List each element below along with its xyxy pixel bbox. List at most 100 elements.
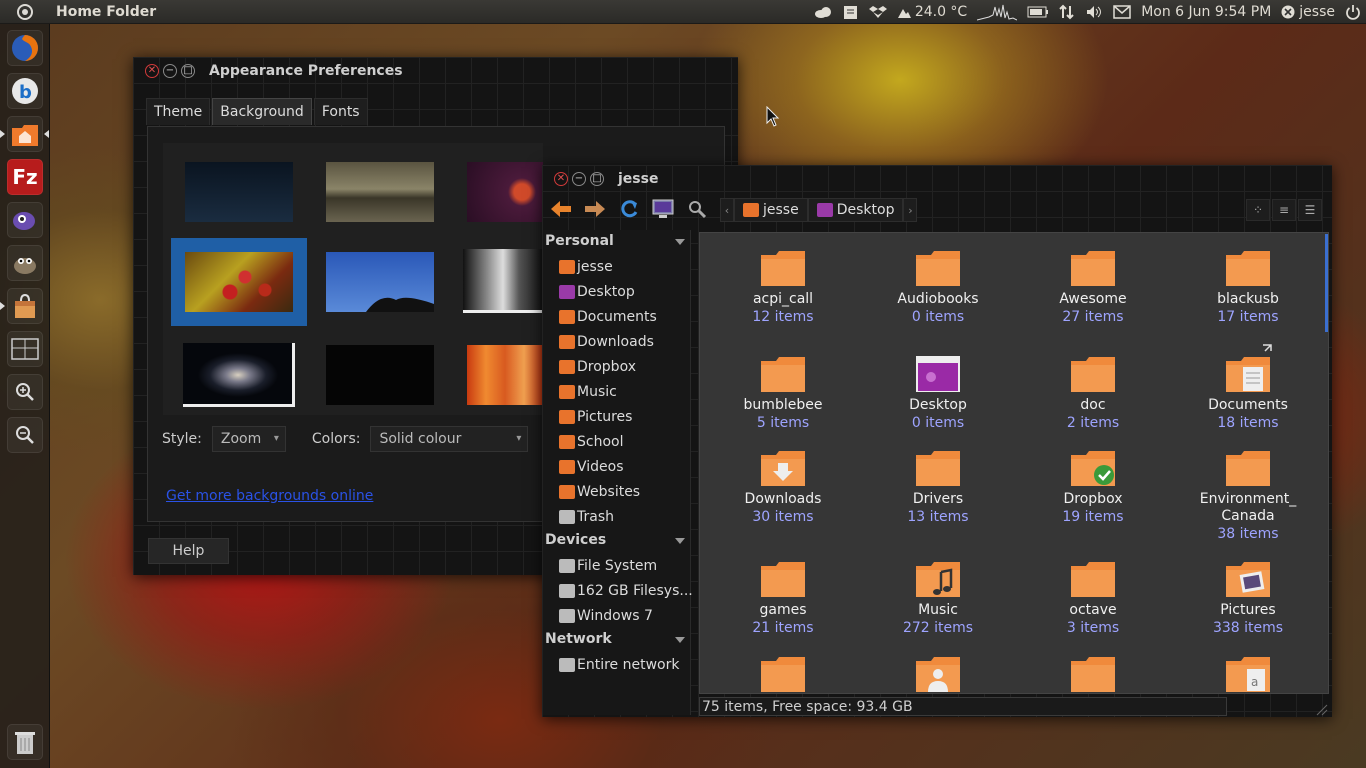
folder-item-partial[interactable] (863, 655, 1013, 693)
folder-item-partial[interactable] (1018, 655, 1168, 693)
zoom-in-icon[interactable] (7, 374, 43, 410)
clock[interactable]: Mon 6 Jun 9:54 PM (1136, 0, 1276, 24)
folder-item[interactable]: bumblebee 5 items (708, 355, 858, 432)
folder-item[interactable]: Desktop 0 items (863, 355, 1013, 432)
wallpaper-thumb[interactable] (326, 252, 434, 312)
sidebar-item-websites[interactable]: Websites (559, 482, 640, 502)
user-menu[interactable]: jesse (1276, 0, 1340, 24)
folder-item[interactable]: Documents 18 items (1173, 343, 1323, 432)
sidebar-item-downloads[interactable]: Downloads (559, 332, 654, 352)
style-dropdown[interactable]: Zoom ▾ (211, 426, 286, 452)
tab-background[interactable]: Background (212, 98, 312, 125)
colors-dropdown[interactable]: Solid colour ▾ (370, 426, 529, 452)
tab-fonts[interactable]: Fonts (313, 98, 368, 125)
file-manager-titlebar[interactable]: ✕ − □ jesse (542, 165, 1332, 193)
gimp-icon[interactable] (7, 245, 43, 281)
appearance-titlebar[interactable]: ✕ − □ Appearance Preferences (133, 57, 738, 85)
wallpaper-thumb[interactable] (185, 162, 293, 222)
sidebar-header-network[interactable]: Network (545, 631, 612, 647)
minimize-icon[interactable]: − (163, 64, 177, 78)
resize-grip-icon[interactable] (1314, 702, 1328, 716)
sidebar-item-music[interactable]: Music (559, 382, 617, 402)
breadcrumb-jesse[interactable]: jesse (734, 198, 808, 222)
sidebar-header-personal[interactable]: Personal (545, 233, 614, 249)
help-button[interactable]: Help (148, 538, 229, 564)
ubuntu-logo-icon[interactable] (0, 0, 50, 24)
software-center-icon[interactable] (7, 288, 43, 324)
breadcrumb-desktop[interactable]: Desktop (807, 198, 904, 222)
mail-icon[interactable] (1108, 0, 1136, 24)
sidebar-item-school[interactable]: School (559, 432, 623, 452)
forward-arrow-icon[interactable] (582, 197, 608, 221)
sidebar-item-videos[interactable]: Videos (559, 457, 624, 477)
sidebar-item-filesystem-162gb[interactable]: 162 GB Filesys... (559, 581, 693, 601)
network-icon[interactable] (1054, 0, 1080, 24)
collapse-arrow-icon[interactable] (675, 239, 685, 245)
back-arrow-icon[interactable] (548, 197, 574, 221)
folder-item[interactable]: Drivers 13 items (863, 449, 1013, 526)
folder-item[interactable]: Pictures 338 items (1173, 560, 1323, 637)
folder-item[interactable]: games 21 items (708, 560, 858, 637)
sidebar-item-desktop[interactable]: Desktop (559, 282, 635, 302)
wallpaper-thumb[interactable] (463, 249, 543, 313)
icon-view-button[interactable]: ⁘ (1246, 199, 1270, 221)
sidebar-item-pictures[interactable]: Pictures (559, 407, 632, 427)
weather-icon[interactable]: 24.0 °C (892, 0, 972, 24)
dropbox-icon[interactable] (864, 0, 892, 24)
wallpaper-thumb[interactable] (467, 345, 543, 405)
folder-item[interactable]: octave 3 items (1018, 560, 1168, 637)
folder-item[interactable]: blackusb 17 items (1173, 249, 1323, 326)
breadcrumb-left-arrow[interactable]: ‹ (720, 198, 734, 222)
folder-item[interactable]: Downloads 30 items (708, 449, 858, 526)
get-more-backgrounds-link[interactable]: Get more backgrounds online (166, 488, 373, 504)
wallpaper-thumb-selected[interactable] (171, 238, 307, 326)
volume-icon[interactable] (1080, 0, 1108, 24)
folder-item[interactable]: Music 272 items (863, 560, 1013, 637)
power-icon[interactable] (1340, 0, 1366, 24)
cloud-icon[interactable] (808, 0, 838, 24)
wallpaper-thumb[interactable] (183, 343, 295, 407)
system-monitor-graph[interactable] (972, 0, 1022, 24)
computer-icon[interactable] (650, 197, 676, 221)
pidgin-icon[interactable] (7, 202, 43, 238)
folder-item-partial[interactable] (708, 655, 858, 693)
sidebar-item-file-system[interactable]: File System (559, 556, 657, 576)
tab-theme[interactable]: Theme (146, 98, 211, 125)
compact-view-button[interactable]: ☰ (1298, 199, 1322, 221)
collapse-arrow-icon[interactable] (675, 637, 685, 643)
sidebar-item-dropbox[interactable]: Dropbox (559, 357, 636, 377)
sidebar-item-trash[interactable]: Trash (559, 507, 614, 527)
wallpaper-thumb[interactable] (467, 162, 543, 222)
sidebar-header-devices[interactable]: Devices (545, 532, 606, 548)
wallpaper-thumb[interactable] (326, 345, 434, 405)
battery-icon[interactable] (1022, 0, 1054, 24)
reload-icon[interactable] (616, 197, 642, 221)
zoom-out-icon[interactable] (7, 417, 43, 453)
bluetooth-browser-icon[interactable]: b (7, 73, 43, 109)
close-icon[interactable]: ✕ (554, 172, 568, 186)
folder-item[interactable]: doc 2 items (1018, 355, 1168, 432)
home-folder-icon[interactable] (7, 116, 43, 152)
notes-icon[interactable] (838, 0, 864, 24)
folder-item[interactable]: Audiobooks 0 items (863, 249, 1013, 326)
trash-icon[interactable] (7, 724, 43, 760)
folder-item[interactable]: Dropbox 19 items (1018, 449, 1168, 526)
breadcrumb-right-arrow[interactable]: › (903, 198, 918, 222)
folder-item-partial[interactable]: a (1173, 655, 1323, 693)
folder-item[interactable]: Environment_ Canada 38 items (1173, 449, 1323, 543)
minimize-icon[interactable]: − (572, 172, 586, 186)
firefox-icon[interactable] (7, 30, 43, 66)
sidebar-item-documents[interactable]: Documents (559, 307, 657, 327)
workspace-switcher-icon[interactable] (7, 331, 43, 367)
maximize-icon[interactable]: □ (181, 64, 195, 78)
sidebar-item-jesse[interactable]: jesse (559, 257, 613, 277)
close-icon[interactable]: ✕ (145, 64, 159, 78)
collapse-arrow-icon[interactable] (675, 538, 685, 544)
sidebar-item-entire-network[interactable]: Entire network (559, 655, 679, 675)
sidebar-item-windows-7[interactable]: Windows 7 (559, 606, 653, 626)
search-icon[interactable] (684, 197, 710, 221)
content-scrollbar[interactable] (1325, 234, 1328, 332)
filezilla-icon[interactable]: Fz (7, 159, 43, 195)
wallpaper-thumb[interactable] (326, 162, 434, 222)
list-view-button[interactable]: ≡ (1272, 199, 1296, 221)
